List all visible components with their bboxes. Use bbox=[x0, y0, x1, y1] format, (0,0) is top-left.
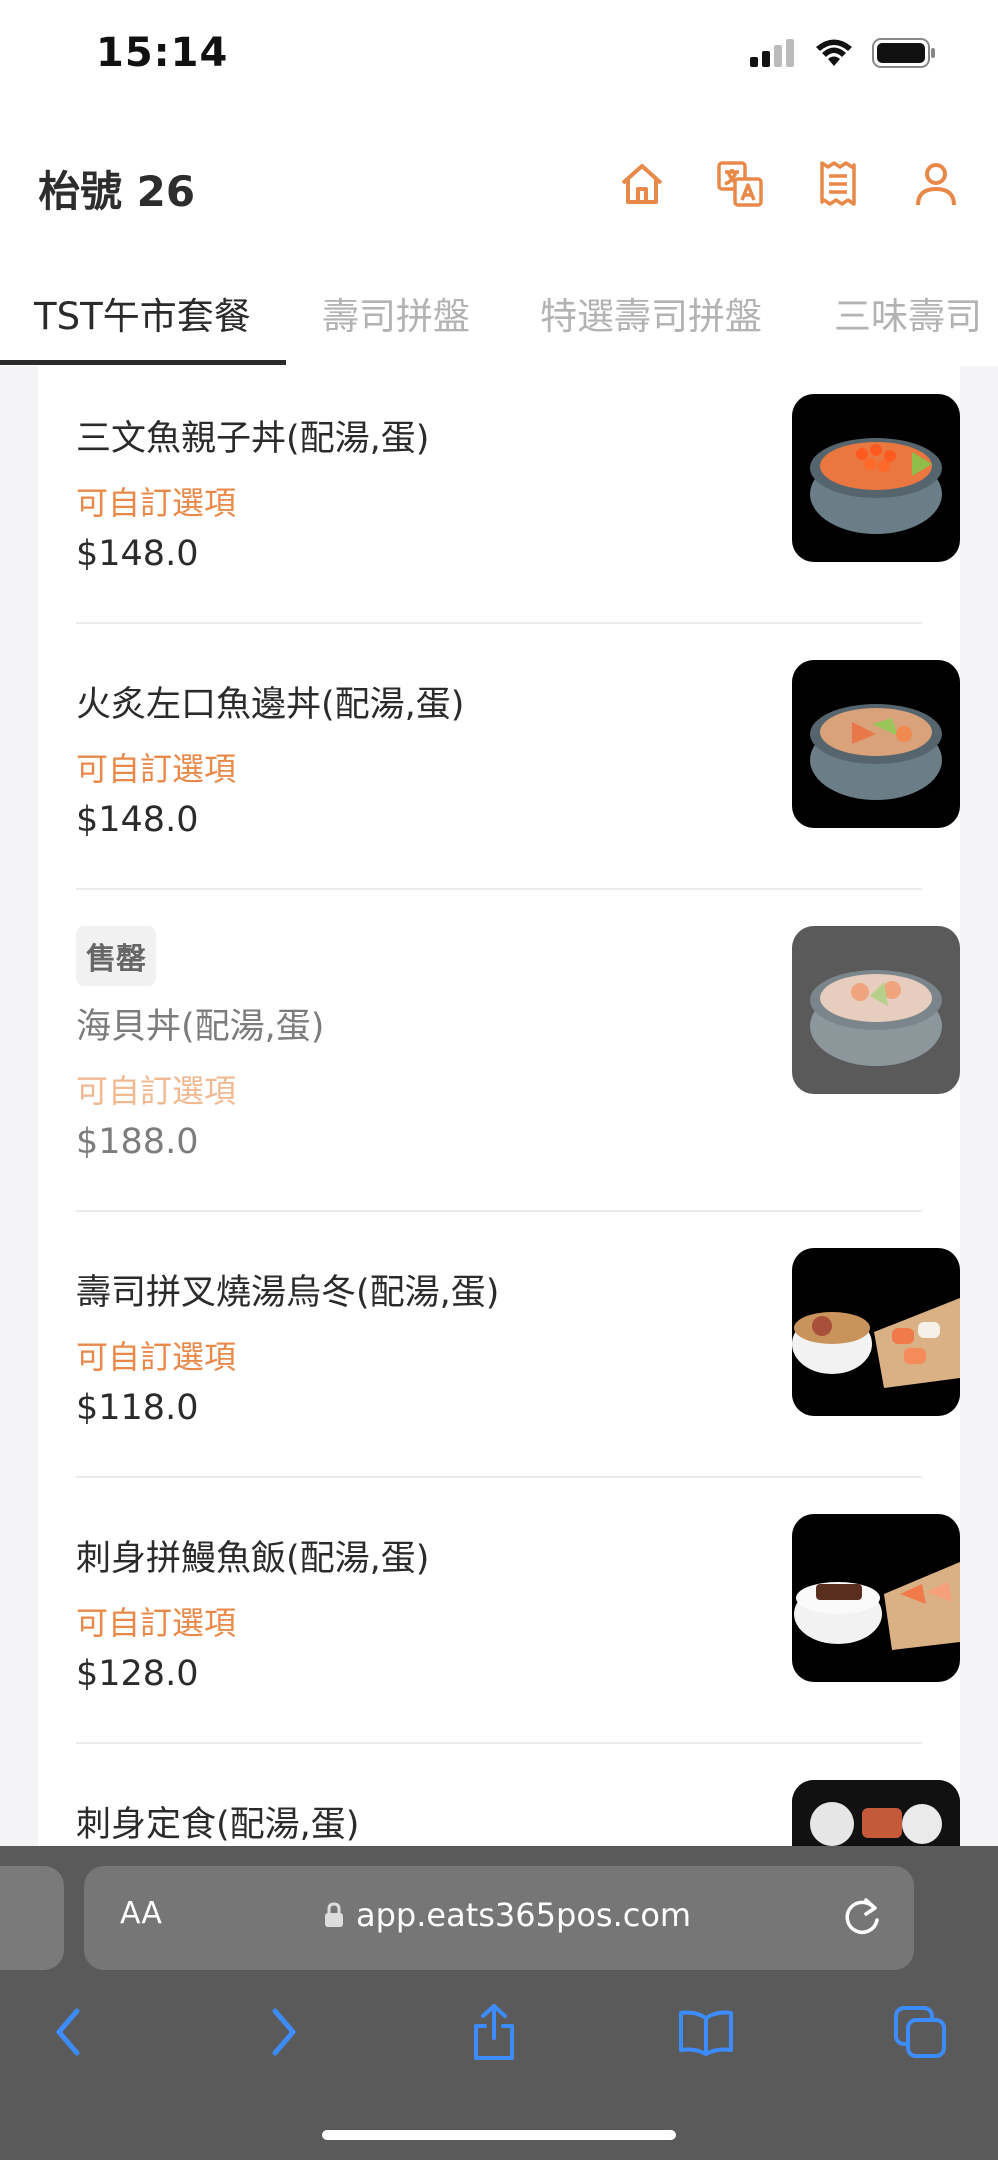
aa-label: AA bbox=[120, 1896, 162, 1931]
item-customizable: 可自訂選項 bbox=[76, 484, 237, 522]
menu-item-sold-out: 售罄 海貝丼(配湯,蛋) 可自訂選項 $188.0 bbox=[76, 926, 960, 1186]
home-indicator bbox=[322, 2130, 676, 2140]
item-photo bbox=[792, 1514, 960, 1682]
divider bbox=[76, 1210, 922, 1212]
signal-icon bbox=[750, 39, 794, 67]
battery-icon bbox=[872, 38, 935, 68]
share-icon[interactable] bbox=[464, 2002, 524, 2062]
divider bbox=[76, 622, 922, 624]
reader-settings-button[interactable]: AA bbox=[120, 1896, 162, 1931]
home-icon[interactable] bbox=[614, 156, 670, 212]
header-actions bbox=[614, 156, 964, 212]
lock-icon bbox=[325, 1902, 343, 1927]
tab-three-flavor-sushi[interactable]: 三味壽司 bbox=[834, 286, 982, 340]
item-customizable: 可自訂選項 bbox=[76, 750, 237, 788]
item-customizable: 可自訂選項 bbox=[76, 1072, 237, 1110]
menu-item[interactable]: 壽司拼叉燒湯烏冬(配湯,蛋) 可自訂選項 $118.0 bbox=[76, 1248, 960, 1428]
item-price: $118.0 bbox=[76, 1388, 199, 1428]
tab-special-sushi-platter[interactable]: 特選壽司拼盤 bbox=[540, 286, 762, 340]
item-name: 三文魚親子丼(配湯,蛋) bbox=[76, 419, 430, 459]
receipt-icon[interactable] bbox=[810, 156, 866, 212]
item-photo bbox=[792, 394, 960, 562]
item-name: 刺身定食(配湯,蛋) bbox=[76, 1805, 360, 1845]
tab-tst-lunch-set[interactable]: TST午市套餐 bbox=[34, 286, 251, 340]
item-photo bbox=[792, 1248, 960, 1416]
item-photo bbox=[792, 660, 960, 828]
category-tabs: TST午市套餐 壽司拼盤 特選壽司拼盤 三味壽司 bbox=[0, 260, 998, 366]
item-name: 火炙左口魚邊丼(配湯,蛋) bbox=[76, 685, 465, 725]
item-price: $128.0 bbox=[76, 1654, 199, 1694]
item-price: $148.0 bbox=[76, 800, 199, 840]
item-price: $148.0 bbox=[76, 534, 199, 574]
address-bar[interactable]: AA app.eats365pos.com bbox=[84, 1866, 914, 1970]
menu-item[interactable]: 火炙左口魚邊丼(配湯,蛋) 可自訂選項 $148.0 bbox=[76, 660, 960, 840]
translate-icon[interactable] bbox=[712, 156, 768, 212]
tabs-icon[interactable] bbox=[890, 2002, 950, 2062]
user-icon[interactable] bbox=[908, 156, 964, 212]
item-customizable: 可自訂選項 bbox=[76, 1338, 237, 1376]
item-photo bbox=[792, 926, 960, 1094]
active-tab-indicator bbox=[0, 360, 286, 365]
divider bbox=[76, 1476, 922, 1478]
divider bbox=[76, 1742, 922, 1744]
browser-toolbar bbox=[0, 1992, 998, 2082]
wifi-icon bbox=[816, 39, 852, 66]
tab-sushi-platter[interactable]: 壽司拼盤 bbox=[322, 286, 470, 340]
previous-tab-preview[interactable] bbox=[0, 1866, 64, 1970]
reload-icon[interactable] bbox=[840, 1892, 884, 1944]
status-bar: 15:14 bbox=[0, 0, 998, 110]
status-time: 15:14 bbox=[96, 30, 229, 76]
browser-bottom-bar: AA app.eats365pos.com bbox=[0, 1846, 998, 2160]
status-icons bbox=[750, 38, 936, 68]
menu-item[interactable]: 三文魚親子丼(配湯,蛋) 可自訂選項 $148.0 bbox=[76, 394, 960, 574]
item-name: 刺身拼鰻魚飯(配湯,蛋) bbox=[76, 1539, 430, 1579]
bookmarks-icon[interactable] bbox=[676, 2002, 736, 2062]
url-text: app.eats365pos.com bbox=[356, 1896, 692, 1934]
item-photo bbox=[792, 1780, 960, 1846]
menu-item[interactable]: 刺身拼鰻魚飯(配湯,蛋) 可自訂選項 $128.0 bbox=[76, 1514, 960, 1694]
table-number-title: 枱號 26 bbox=[38, 167, 196, 216]
back-icon[interactable] bbox=[38, 2002, 98, 2062]
url-display: app.eats365pos.com bbox=[324, 1896, 691, 1934]
menu-item[interactable]: 刺身定食(配湯,蛋) bbox=[76, 1780, 960, 1846]
divider bbox=[76, 888, 922, 890]
forward-icon[interactable] bbox=[254, 2002, 314, 2062]
item-name: 壽司拼叉燒湯烏冬(配湯,蛋) bbox=[76, 1273, 500, 1313]
header: 枱號 26 bbox=[0, 110, 998, 260]
menu-list: 三文魚親子丼(配湯,蛋) 可自訂選項 $148.0 火炙左口魚邊丼(配湯,蛋) … bbox=[38, 366, 960, 1846]
item-customizable: 可自訂選項 bbox=[76, 1604, 237, 1642]
item-name: 海貝丼(配湯,蛋) bbox=[76, 1007, 325, 1047]
item-price: $188.0 bbox=[76, 1122, 199, 1162]
sold-out-badge: 售罄 bbox=[76, 926, 156, 986]
